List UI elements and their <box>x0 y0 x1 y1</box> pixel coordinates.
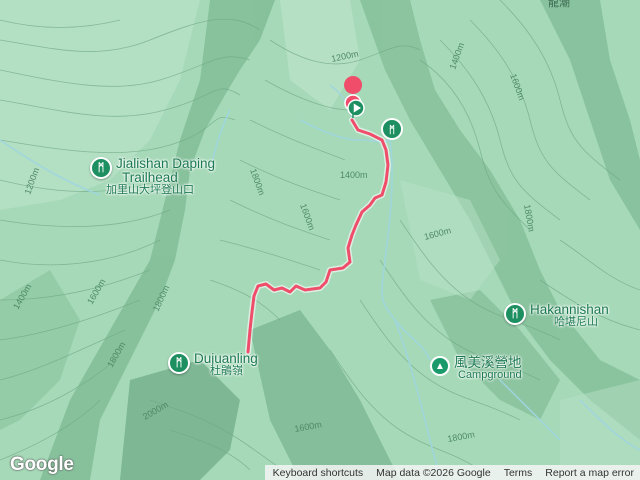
tent-icon: ▲ <box>430 356 450 376</box>
hiker-icon: ᛗ <box>504 303 526 325</box>
terms-link[interactable]: Terms <box>504 467 533 479</box>
poi-subtitle: Campground <box>458 369 522 382</box>
report-map-error-link[interactable]: Report a map error <box>545 467 634 479</box>
svg-text:ᛗ: ᛗ <box>389 124 395 136</box>
hiker-icon: ᛗ <box>168 352 190 374</box>
poi-hakannishan[interactable]: ᛗ Hakannishan 哈堪尼山 <box>504 302 609 329</box>
poi-jialishan-daping-trailhead[interactable]: ᛗ Jialishan Daping Trailhead 加里山大坪登山口 <box>90 156 215 197</box>
poi-subtitle: 杜鵑嶺 <box>210 365 243 378</box>
map-attribution-bar: Keyboard shortcuts Map data ©2026 Google… <box>264 465 640 480</box>
map-label: 龍潮 <box>548 0 570 9</box>
map-data-text: Map data ©2026 Google <box>376 466 491 479</box>
google-logo: Google <box>10 454 74 475</box>
poi-subtitle: 加里山大坪登山口 <box>106 184 194 197</box>
contour-label: 1400m <box>340 170 368 180</box>
terrain-map[interactable]: 1200m 1400m 1600m 1800m 1400m 1600m 1800… <box>0 0 640 480</box>
poi-dujuanling[interactable]: ᛗ Dujuanling 杜鵑嶺 <box>168 351 258 378</box>
hiker-icon[interactable]: ᛗ <box>381 118 403 140</box>
poi-subtitle: 哈堪尼山 <box>554 316 598 329</box>
hiker-icon: ᛗ <box>90 157 112 179</box>
keyboard-shortcuts-link[interactable]: Keyboard shortcuts <box>273 467 363 479</box>
poi-campground[interactable]: ▲ 風美溪營地 Campground <box>430 355 522 382</box>
